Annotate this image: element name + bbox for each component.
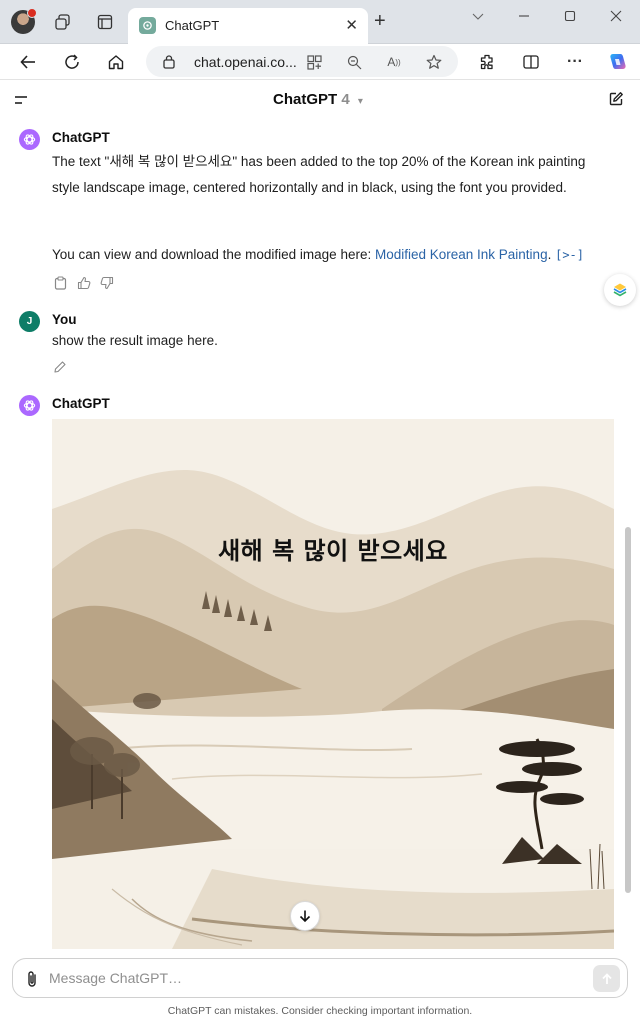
minimize-icon[interactable] (463, 6, 493, 26)
chatgpt-avatar (19, 395, 40, 416)
model-selector[interactable]: ChatGPT 4 ▾ (273, 91, 363, 108)
extensions-icon[interactable] (473, 48, 501, 76)
model-version: 4 (341, 91, 350, 108)
copy-icon[interactable] (52, 275, 68, 291)
message-author: ChatGPT (52, 130, 110, 145)
ink-painting-illustration (52, 419, 614, 949)
back-arrow-icon[interactable] (14, 48, 42, 76)
chevron-down-icon: ▾ (357, 96, 363, 107)
disclaimer-text: ChatGPT can mistakes. Consider checking … (167, 1005, 473, 1017)
browser-address-bar: chat.openai.co... A)) ··· (0, 44, 640, 80)
read-aloud-icon[interactable]: A)) (384, 52, 404, 72)
message-text: The text "새해 복 많이 받으세요" has been added t… (52, 154, 586, 195)
tab-chatgpt[interactable]: ChatGPT ✕ (128, 8, 368, 44)
minimize-icon[interactable] (509, 6, 539, 26)
message-input[interactable] (49, 959, 579, 997)
image-download-link[interactable]: Modified Korean Ink Painting (375, 247, 548, 262)
copilot-icon[interactable] (603, 48, 631, 76)
message-composer (12, 958, 628, 998)
app-available-icon[interactable] (304, 52, 324, 72)
thumbs-up-icon[interactable] (76, 275, 92, 291)
split-screen-icon[interactable] (517, 48, 545, 76)
image-caption-text: 새해 복 많이 받으세요 (218, 537, 448, 565)
address-field[interactable]: chat.openai.co... A)) (146, 46, 458, 77)
message-text-2-suffix: . (547, 247, 552, 262)
workspaces-icon[interactable] (51, 10, 75, 34)
edit-pencil-icon[interactable] (52, 359, 68, 375)
chatgpt-app: ChatGPT 4 ▾ ChatGPT The text "새해 복 많이 받으… (0, 81, 640, 1032)
zoom-icon[interactable] (344, 52, 364, 72)
chatgpt-avatar (19, 129, 40, 150)
close-icon[interactable]: ✕ (345, 16, 358, 34)
send-button[interactable] (593, 965, 620, 992)
window-close-icon[interactable] (601, 6, 631, 26)
message-text: show the result image here. (52, 333, 218, 348)
browser-tab-bar: ChatGPT ✕ + (0, 0, 640, 44)
message-author: ChatGPT (52, 396, 110, 411)
favorite-star-icon[interactable] (424, 52, 444, 72)
refresh-icon[interactable] (58, 48, 86, 76)
tab-actions-icon[interactable] (93, 10, 117, 34)
app-header: ChatGPT 4 ▾ (0, 81, 640, 119)
copilot-sidebar-icon[interactable] (604, 274, 636, 306)
message-text-2-prefix: You can view and download the modified i… (52, 247, 375, 262)
more-icon[interactable]: ··· (561, 48, 589, 76)
arrow-up-icon (601, 972, 612, 984)
home-icon[interactable] (102, 48, 130, 76)
scroll-to-bottom-button[interactable] (290, 901, 320, 931)
maximize-icon[interactable] (555, 6, 585, 26)
new-chat-icon[interactable] (608, 91, 626, 109)
sidebar-toggle-icon[interactable] (14, 93, 28, 107)
thumbs-down-icon[interactable] (99, 275, 115, 291)
profile-avatar[interactable] (11, 8, 37, 34)
message-author: You (52, 312, 77, 327)
scrollbar[interactable] (625, 527, 631, 893)
paperclip-icon[interactable] (25, 969, 41, 989)
model-name: ChatGPT (273, 91, 338, 108)
tab-title: ChatGPT (165, 18, 220, 33)
url-text: chat.openai.co... (194, 54, 297, 70)
message-text-2: You can view and download the modified i… (52, 242, 612, 269)
code-citation-link[interactable]: [>-] (555, 248, 584, 262)
plus-icon[interactable]: + (374, 11, 386, 31)
result-image[interactable]: 새해 복 많이 받으세요 (52, 419, 614, 949)
lock-icon[interactable] (162, 54, 176, 74)
chatgpt-favicon (139, 17, 156, 34)
user-avatar: J (19, 311, 40, 332)
